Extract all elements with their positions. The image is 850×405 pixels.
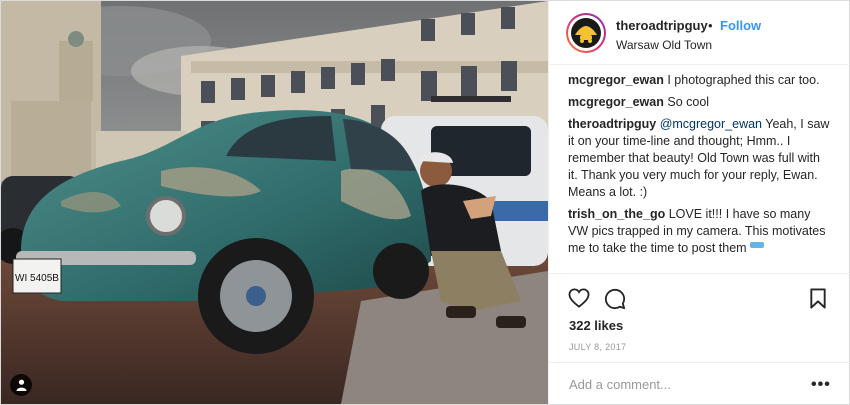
post-location[interactable]: Warsaw Old Town bbox=[616, 38, 712, 52]
comment-mention[interactable]: @mcgregor_ewan bbox=[660, 117, 762, 131]
emoji-icon bbox=[750, 242, 765, 248]
post-username[interactable]: theroadtripguy bbox=[616, 18, 708, 33]
comment-text: I photographed this car too. bbox=[667, 73, 820, 87]
save-button[interactable] bbox=[809, 288, 827, 314]
comment-item: trish_on_the_go LOVE it!!! I have so man… bbox=[568, 206, 830, 257]
comment-item: theroadtripguy @mcgregor_ewan Yeah, I sa… bbox=[568, 116, 830, 201]
photo-scene: WI 5405B bbox=[1, 1, 548, 404]
user-tag-button[interactable] bbox=[10, 374, 32, 396]
heart-icon bbox=[568, 288, 590, 308]
like-count[interactable]: 322 likes bbox=[569, 318, 623, 333]
instagram-post-modal: WI 5405B theroadtripguy • Follow Warsaw … bbox=[0, 0, 850, 405]
follow-button[interactable]: Follow bbox=[720, 18, 761, 33]
comment-item: mcgregor_ewan So cool bbox=[568, 94, 830, 111]
comment-username[interactable]: trish_on_the_go bbox=[568, 207, 665, 221]
add-comment-bar: ••• bbox=[549, 362, 850, 405]
bookmark-icon bbox=[810, 288, 826, 309]
like-button[interactable] bbox=[568, 288, 590, 313]
post-photo[interactable]: WI 5405B bbox=[1, 1, 548, 404]
comment-list: mcgregor_ewan I photographed this car to… bbox=[568, 72, 830, 273]
profile-logo-icon bbox=[571, 18, 601, 48]
more-options-button[interactable]: ••• bbox=[811, 376, 831, 394]
comment-text: So cool bbox=[667, 95, 710, 109]
avatar[interactable] bbox=[566, 13, 606, 53]
comment-username[interactable]: mcgregor_ewan bbox=[568, 73, 664, 87]
header-separator: • bbox=[708, 18, 713, 33]
avatar-inner bbox=[568, 15, 604, 51]
post-side-panel: theroadtripguy • Follow Warsaw Old Town … bbox=[548, 1, 850, 404]
license-plate-text: WI 5405B bbox=[15, 273, 59, 284]
comment-input[interactable] bbox=[569, 373, 799, 395]
user-tag-icon bbox=[16, 379, 26, 391]
comment-bubble-icon bbox=[604, 288, 626, 310]
comment-username[interactable]: mcgregor_ewan bbox=[568, 95, 664, 109]
post-header: theroadtripguy • Follow Warsaw Old Town bbox=[549, 1, 850, 65]
comment-button[interactable] bbox=[604, 288, 626, 315]
comment-username[interactable]: theroadtripguy bbox=[568, 117, 656, 131]
post-date: JULY 8, 2017 bbox=[569, 342, 627, 352]
comment-item: mcgregor_ewan I photographed this car to… bbox=[568, 72, 830, 89]
